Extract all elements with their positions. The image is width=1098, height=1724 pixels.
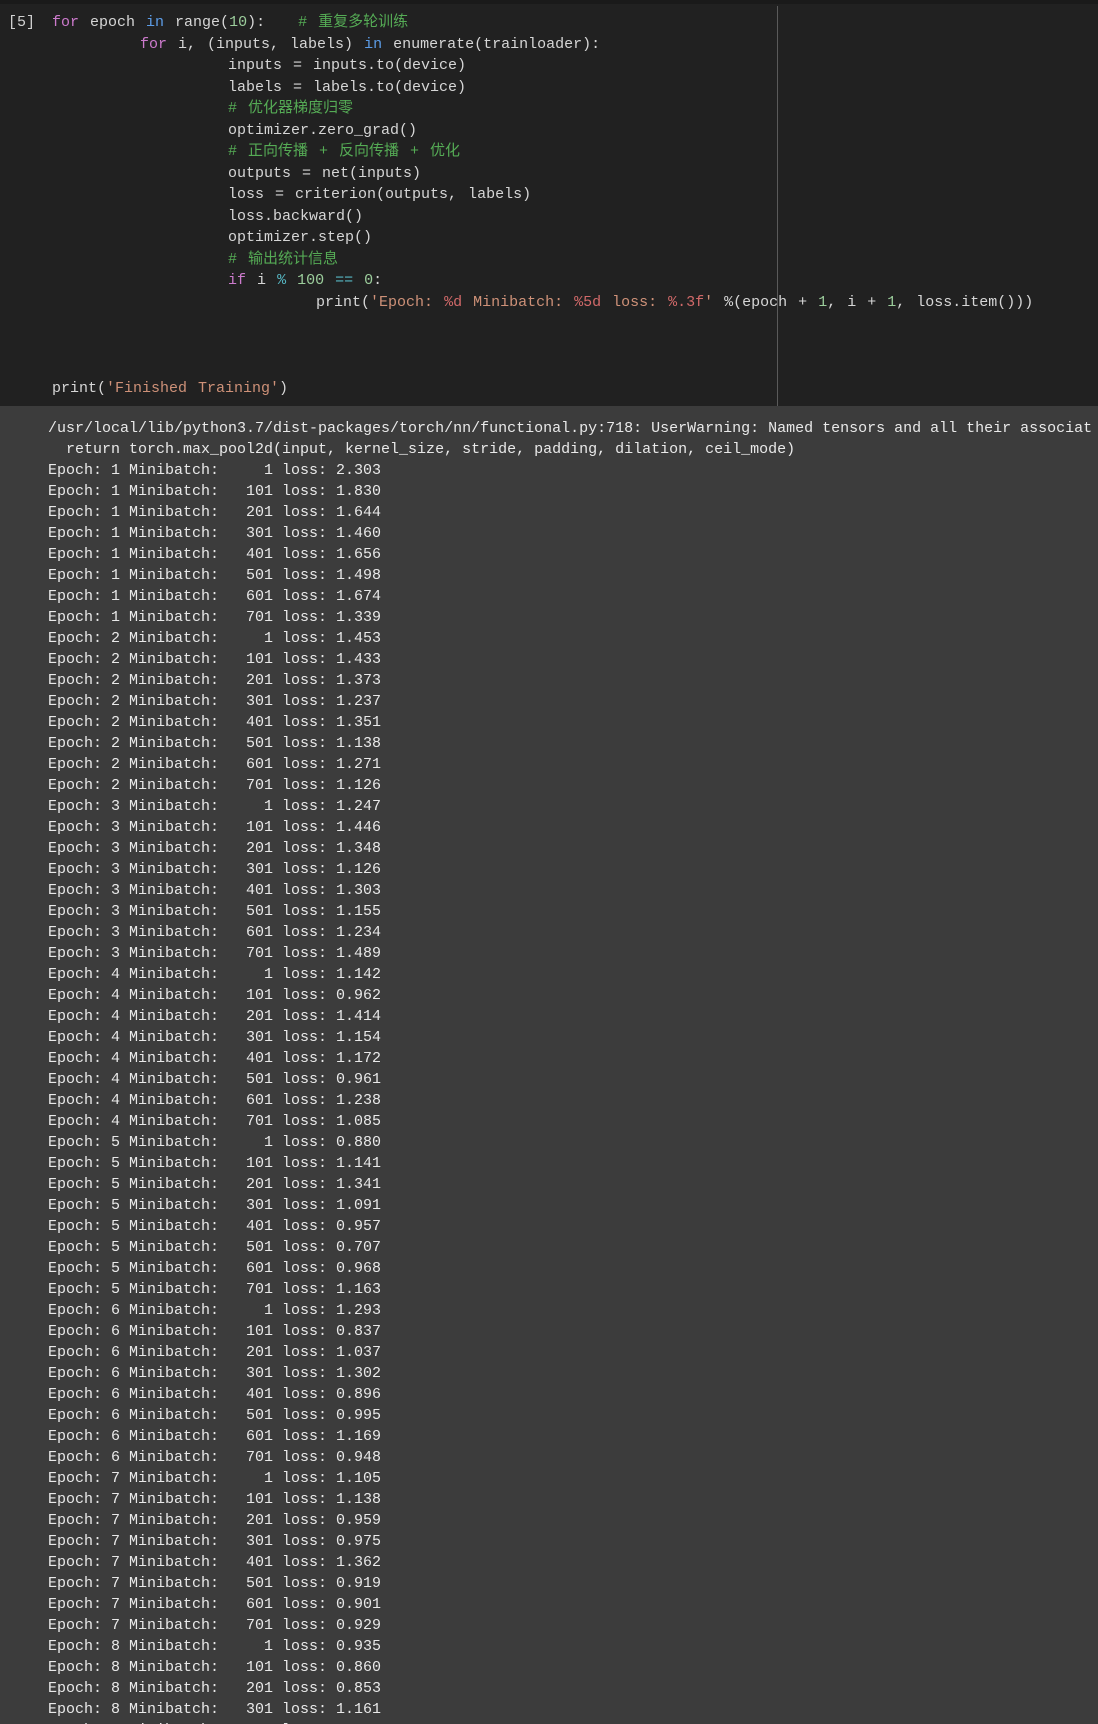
output-line: Epoch: 7 Minibatch: 201 loss: 0.959 <box>48 1512 382 1529</box>
output-line: Epoch: 6 Minibatch: 401 loss: 0.896 <box>48 1386 382 1403</box>
output-line: Epoch: 7 Minibatch: 501 loss: 0.919 <box>48 1575 382 1592</box>
output-line: Epoch: 1 Minibatch: 201 loss: 1.644 <box>48 504 382 521</box>
code-line: if i % 100 == 0: <box>228 272 383 289</box>
output-line: Epoch: 7 Minibatch: 301 loss: 0.975 <box>48 1533 382 1550</box>
output-line: Epoch: 5 Minibatch: 501 loss: 0.707 <box>48 1239 382 1256</box>
output-line: Epoch: 7 Minibatch: 401 loss: 1.362 <box>48 1554 382 1571</box>
output-line: Epoch: 2 Minibatch: 701 loss: 1.126 <box>48 777 382 794</box>
code-line: loss.backward() <box>52 207 364 225</box>
code-line: optimizer.step() <box>52 229 373 246</box>
output-line: Epoch: 2 Minibatch: 401 loss: 1.351 <box>48 714 382 731</box>
output-line: Epoch: 7 Minibatch: 1 loss: 1.105 <box>48 1470 382 1487</box>
output-line: Epoch: 8 Minibatch: 401 loss: 1.141 <box>48 1720 1098 1724</box>
output-line: Epoch: 5 Minibatch: 601 loss: 0.968 <box>48 1260 382 1277</box>
output-line: Epoch: 4 Minibatch: 701 loss: 1.085 <box>48 1113 382 1130</box>
output-line: Epoch: 5 Minibatch: 301 loss: 1.091 <box>48 1197 382 1214</box>
code-line: # 输出统计信息 <box>228 250 339 268</box>
output-line: Epoch: 8 Minibatch: 201 loss: 0.853 <box>48 1680 382 1697</box>
warning-line: /usr/local/lib/python3.7/dist-packages/t… <box>48 420 1093 437</box>
output-line: Epoch: 1 Minibatch: 1 loss: 2.303 <box>48 462 382 479</box>
execution-count-label: [5] <box>8 14 36 31</box>
output-line: Epoch: 3 Minibatch: 601 loss: 1.234 <box>48 924 382 941</box>
output-line: Epoch: 2 Minibatch: 301 loss: 1.237 <box>48 693 382 710</box>
output-line: Epoch: 1 Minibatch: 301 loss: 1.460 <box>48 525 382 542</box>
output-line: Epoch: 4 Minibatch: 101 loss: 0.962 <box>48 987 382 1004</box>
output-line: Epoch: 1 Minibatch: 501 loss: 1.498 <box>48 567 382 584</box>
output-line: Epoch: 3 Minibatch: 301 loss: 1.126 <box>48 861 382 878</box>
output-line: Epoch: 6 Minibatch: 701 loss: 0.948 <box>48 1449 382 1466</box>
notebook-page: { "colors": { "code_background": "#21212… <box>0 0 1098 1724</box>
output-line: Epoch: 5 Minibatch: 1 loss: 0.880 <box>48 1134 382 1151</box>
output-line: Epoch: 6 Minibatch: 101 loss: 0.837 <box>48 1323 382 1340</box>
output-line: Epoch: 4 Minibatch: 1 loss: 1.142 <box>48 966 382 983</box>
output-line: Epoch: 4 Minibatch: 501 loss: 0.961 <box>48 1071 382 1088</box>
output-line: Epoch: 4 Minibatch: 601 loss: 1.238 <box>48 1092 382 1109</box>
output-line: Epoch: 2 Minibatch: 201 loss: 1.373 <box>48 672 382 689</box>
output-line: Epoch: 3 Minibatch: 1 loss: 1.247 <box>48 798 382 815</box>
code-line: for i, (inputs, labels) in enumerate(tra… <box>140 35 601 53</box>
code-cell[interactable]: [5] for epoch in range(10): # 重复多轮训练 for… <box>0 0 1098 406</box>
output-line: Epoch: 5 Minibatch: 201 loss: 1.341 <box>48 1176 382 1193</box>
output-line: Epoch: 4 Minibatch: 201 loss: 1.414 <box>48 1008 382 1025</box>
output-line: Epoch: 6 Minibatch: 501 loss: 0.995 <box>48 1407 382 1424</box>
code-line: print('Epoch: %d Minibatch: %5d loss: %.… <box>52 293 1034 311</box>
output-line: Epoch: 5 Minibatch: 401 loss: 0.957 <box>48 1218 382 1235</box>
output-line: Epoch: 8 Minibatch: 301 loss: 1.161 <box>48 1701 382 1718</box>
output-line: Epoch: 1 Minibatch: 101 loss: 1.830 <box>48 483 382 500</box>
output-line: Epoch: 6 Minibatch: 201 loss: 1.037 <box>48 1344 382 1361</box>
code-editor[interactable]: for epoch in range(10): # 重复多轮训练 for i, … <box>52 12 1098 399</box>
output-line: Epoch: 2 Minibatch: 601 loss: 1.271 <box>48 756 382 773</box>
output-line: Epoch: 3 Minibatch: 201 loss: 1.348 <box>48 840 382 857</box>
output-line: Epoch: 7 Minibatch: 601 loss: 0.901 <box>48 1596 382 1613</box>
output-line: Epoch: 1 Minibatch: 601 loss: 1.674 <box>48 588 382 605</box>
output-line: Epoch: 2 Minibatch: 101 loss: 1.433 <box>48 651 382 668</box>
output-line: Epoch: 6 Minibatch: 301 loss: 1.302 <box>48 1365 382 1382</box>
code-line: outputs = net(inputs) <box>52 164 422 182</box>
code-line: inputs = inputs.to(device) <box>52 57 467 74</box>
output-line: Epoch: 6 Minibatch: 1 loss: 1.293 <box>48 1302 382 1319</box>
output-line: Epoch: 3 Minibatch: 101 loss: 1.446 <box>48 819 382 836</box>
output-line: Epoch: 2 Minibatch: 1 loss: 1.453 <box>48 630 382 647</box>
code-line: print('Finished Training') <box>52 379 289 397</box>
code-line: for epoch in range(10): # 重复多轮训练 <box>52 14 409 31</box>
warning-source-line: return torch.max_pool2d(input, kernel_si… <box>48 441 796 458</box>
output-line: Epoch: 4 Minibatch: 401 loss: 1.172 <box>48 1050 382 1067</box>
output-line: Epoch: 6 Minibatch: 601 loss: 1.169 <box>48 1428 382 1445</box>
output-area[interactable]: /usr/local/lib/python3.7/dist-packages/t… <box>0 406 1098 1724</box>
output-line: Epoch: 2 Minibatch: 501 loss: 1.138 <box>48 735 382 752</box>
output-line: Epoch: 3 Minibatch: 401 loss: 1.303 <box>48 882 382 899</box>
output-line: Epoch: 8 Minibatch: 1 loss: 0.935 <box>48 1638 382 1655</box>
output-line: Epoch: 3 Minibatch: 701 loss: 1.489 <box>48 945 382 962</box>
output-line: Epoch: 8 Minibatch: 101 loss: 0.860 <box>48 1659 382 1676</box>
output-line: Epoch: 1 Minibatch: 401 loss: 1.656 <box>48 546 382 563</box>
output-line: Epoch: 1 Minibatch: 701 loss: 1.339 <box>48 609 382 626</box>
code-line: # 正向传播 + 反向传播 + 优化 <box>228 143 461 160</box>
output-line: Epoch: 3 Minibatch: 501 loss: 1.155 <box>48 903 382 920</box>
code-line: loss = criterion(outputs, labels) <box>52 186 532 203</box>
cell-top-border <box>0 0 1098 4</box>
output-line: Epoch: 7 Minibatch: 101 loss: 1.138 <box>48 1491 382 1508</box>
output-line: Epoch: 7 Minibatch: 701 loss: 0.929 <box>48 1617 382 1634</box>
output-line: Epoch: 5 Minibatch: 101 loss: 1.141 <box>48 1155 382 1172</box>
code-line: labels = labels.to(device) <box>52 78 467 96</box>
code-line: optimizer.zero_grad() <box>52 121 418 139</box>
code-line: # 优化器梯度归零 <box>228 100 354 117</box>
output-line: Epoch: 4 Minibatch: 301 loss: 1.154 <box>48 1029 382 1046</box>
output-line: Epoch: 5 Minibatch: 701 loss: 1.163 <box>48 1281 382 1298</box>
